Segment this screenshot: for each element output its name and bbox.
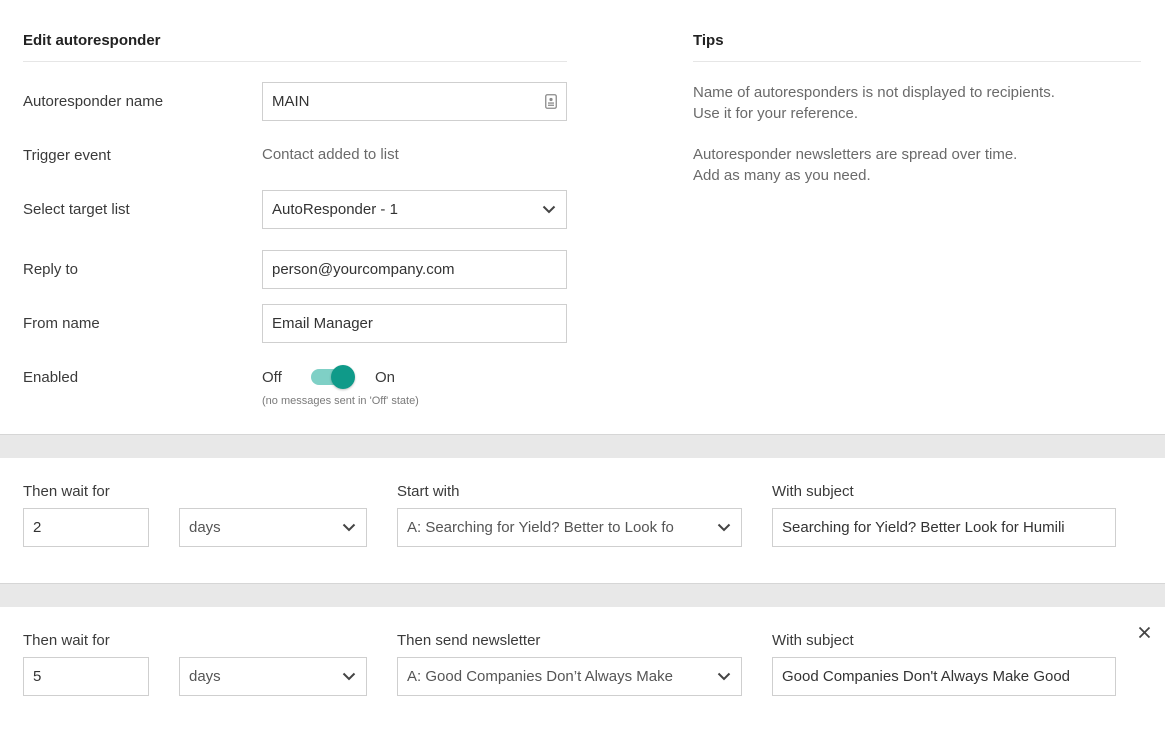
wait-label: Then wait for: [23, 483, 110, 500]
from-name-label: From name: [23, 315, 100, 332]
target-list-label: Select target list: [23, 201, 130, 218]
wait-days-input[interactable]: 2: [23, 508, 149, 547]
contact-card-icon[interactable]: [545, 94, 557, 109]
trigger-event-label: Trigger event: [23, 147, 111, 164]
chevron-down-icon: [716, 520, 732, 536]
tips-line-1: Name of autoresponders is not displayed …: [693, 84, 1055, 101]
chevron-down-icon: [716, 669, 732, 685]
from-name-input[interactable]: Email Manager: [262, 304, 567, 343]
remove-step-close-icon[interactable]: [1138, 626, 1152, 640]
subject-label: With subject: [772, 632, 854, 649]
subject-label: With subject: [772, 483, 854, 500]
chevron-down-icon: [341, 520, 357, 536]
wait-unit-select[interactable]: days: [179, 508, 367, 547]
wait-days-input[interactable]: 5: [23, 657, 149, 696]
newsletter-select[interactable]: A: Good Companies Don’t Always Make: [397, 657, 742, 696]
trigger-event-value: Contact added to list: [262, 146, 399, 163]
tips-line-3: Autoresponder newsletters are spread ove…: [693, 146, 1018, 163]
newsletter-value: A: Searching for Yield? Better to Look f…: [407, 519, 674, 536]
autoresponder-name-label: Autoresponder name: [23, 93, 164, 110]
wait-unit-select[interactable]: days: [179, 657, 367, 696]
wait-label: Then wait for: [23, 632, 110, 649]
tips-divider: [693, 61, 1141, 62]
section-separator: [0, 583, 1165, 607]
reply-to-label: Reply to: [23, 261, 79, 278]
subject-input[interactable]: Good Companies Don't Always Make Good: [772, 657, 1116, 696]
autoresponder-name-value: MAIN: [272, 93, 310, 110]
toggle-off-label: Off: [262, 369, 282, 386]
newsletter-value: A: Good Companies Don’t Always Make: [407, 668, 673, 685]
target-list-value: AutoResponder - 1: [272, 201, 398, 218]
edit-title-divider: [23, 61, 567, 62]
toggle-on-label: On: [375, 369, 396, 386]
target-list-select[interactable]: AutoResponder - 1: [262, 190, 567, 229]
tips-line-2: Use it for your reference.: [693, 105, 859, 122]
enabled-label: Enabled: [23, 369, 79, 386]
toggle-note: (no messages sent in 'Off' state): [262, 395, 419, 407]
chevron-down-icon: [341, 669, 357, 685]
toggle-knob[interactable]: [331, 365, 355, 389]
chevron-down-icon: [541, 202, 557, 218]
tips-line-4: Add as many as you need.: [693, 167, 871, 184]
section-separator: [0, 434, 1165, 458]
newsletter-label: Then send newsletter: [397, 632, 541, 649]
tips-title: Tips: [693, 32, 724, 49]
newsletter-label: Start with: [397, 483, 460, 500]
subject-input[interactable]: Searching for Yield? Better Look for Hum…: [772, 508, 1116, 547]
wait-unit-value: days: [189, 668, 221, 685]
newsletter-select[interactable]: A: Searching for Yield? Better to Look f…: [397, 508, 742, 547]
wait-unit-value: days: [189, 519, 221, 536]
autoresponder-name-input[interactable]: MAIN: [262, 82, 567, 121]
reply-to-input[interactable]: person@yourcompany.com: [262, 250, 567, 289]
edit-section-title: Edit autoresponder: [23, 32, 161, 49]
